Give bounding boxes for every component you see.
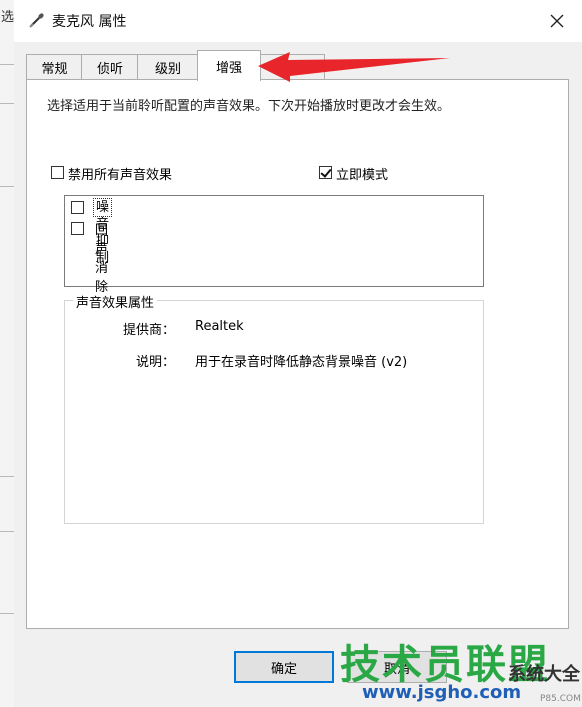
immediate-mode-checkbox[interactable] <box>319 166 332 179</box>
effect-properties-group: 声音效果属性 提供商： Realtek 说明： 用于在录音时降低静态背景噪音 (… <box>64 292 484 524</box>
watermark: 技术员联盟 系统大全 www.jsgho.com P85.COM <box>340 630 582 707</box>
tab-general[interactable]: 常规 <box>26 54 83 80</box>
effect-description-label: 说明： <box>135 355 175 370</box>
microphone-icon <box>29 13 44 28</box>
background-edge-text: 选 <box>1 10 15 25</box>
provider-label: 提供商： <box>122 323 175 338</box>
effects-list[interactable]: 噪音抑制 回声消除 <box>64 195 484 295</box>
close-icon <box>550 14 564 28</box>
provider-value: Realtek <box>195 319 244 334</box>
enhancements-description: 选择适用于当前聆听配置的声音效果。下次开始播放时更改才会生效。 <box>47 99 451 114</box>
effect-description-value: 用于在录音时降低静态背景噪音 (v2) <box>195 355 408 370</box>
background-divider <box>0 531 14 532</box>
tab-listen[interactable]: 侦听 <box>81 54 139 80</box>
noise-suppression-label: 噪音抑制 <box>93 198 113 266</box>
window-title: 麦克风 属性 <box>52 14 127 30</box>
immediate-mode-label: 立即模式 <box>336 168 389 183</box>
background-divider <box>0 64 14 65</box>
background-divider <box>0 613 14 614</box>
watermark-url: www.jsgho.com <box>362 682 522 703</box>
enhancements-panel: 选择适用于当前聆听配置的声音效果。下次开始播放时更改才会生效。 禁用所有声音效果… <box>26 79 569 629</box>
tab-levels-label: 级别 <box>154 62 181 77</box>
microphone-properties-dialog: 麦克风 属性 常规 侦听 级别 增强 高级 选择适用于当前聆听配置的声音效果。下… <box>14 0 582 707</box>
watermark-small-text: P85.COM <box>540 694 581 704</box>
background-divider <box>0 476 14 477</box>
echo-cancellation-checkbox[interactable] <box>71 222 84 235</box>
disable-all-effects-label: 禁用所有声音效果 <box>68 168 173 183</box>
ok-button-label: 确定 <box>270 661 297 677</box>
tab-listen-label: 侦听 <box>96 62 123 77</box>
tab-levels[interactable]: 级别 <box>137 54 199 80</box>
background-window-edge: 选 <box>0 0 15 707</box>
title-bar: 麦克风 属性 <box>14 0 582 42</box>
background-divider <box>0 186 14 187</box>
background-divider <box>0 103 14 104</box>
tab-advanced-label: 高级 <box>278 62 305 77</box>
close-button[interactable] <box>544 8 570 34</box>
disable-all-effects-checkbox[interactable] <box>51 166 64 179</box>
effect-properties-title: 声音效果属性 <box>73 292 158 311</box>
noise-suppression-checkbox[interactable] <box>71 201 84 214</box>
tab-general-label: 常规 <box>41 62 68 77</box>
echo-cancellation-label: 回声消除 <box>95 223 109 295</box>
tab-advanced[interactable]: 高级 <box>259 54 325 80</box>
ok-button[interactable]: 确定 <box>234 651 334 683</box>
tab-enhancements[interactable]: 增强 <box>197 50 261 81</box>
tab-enhancements-label: 增强 <box>215 60 242 76</box>
